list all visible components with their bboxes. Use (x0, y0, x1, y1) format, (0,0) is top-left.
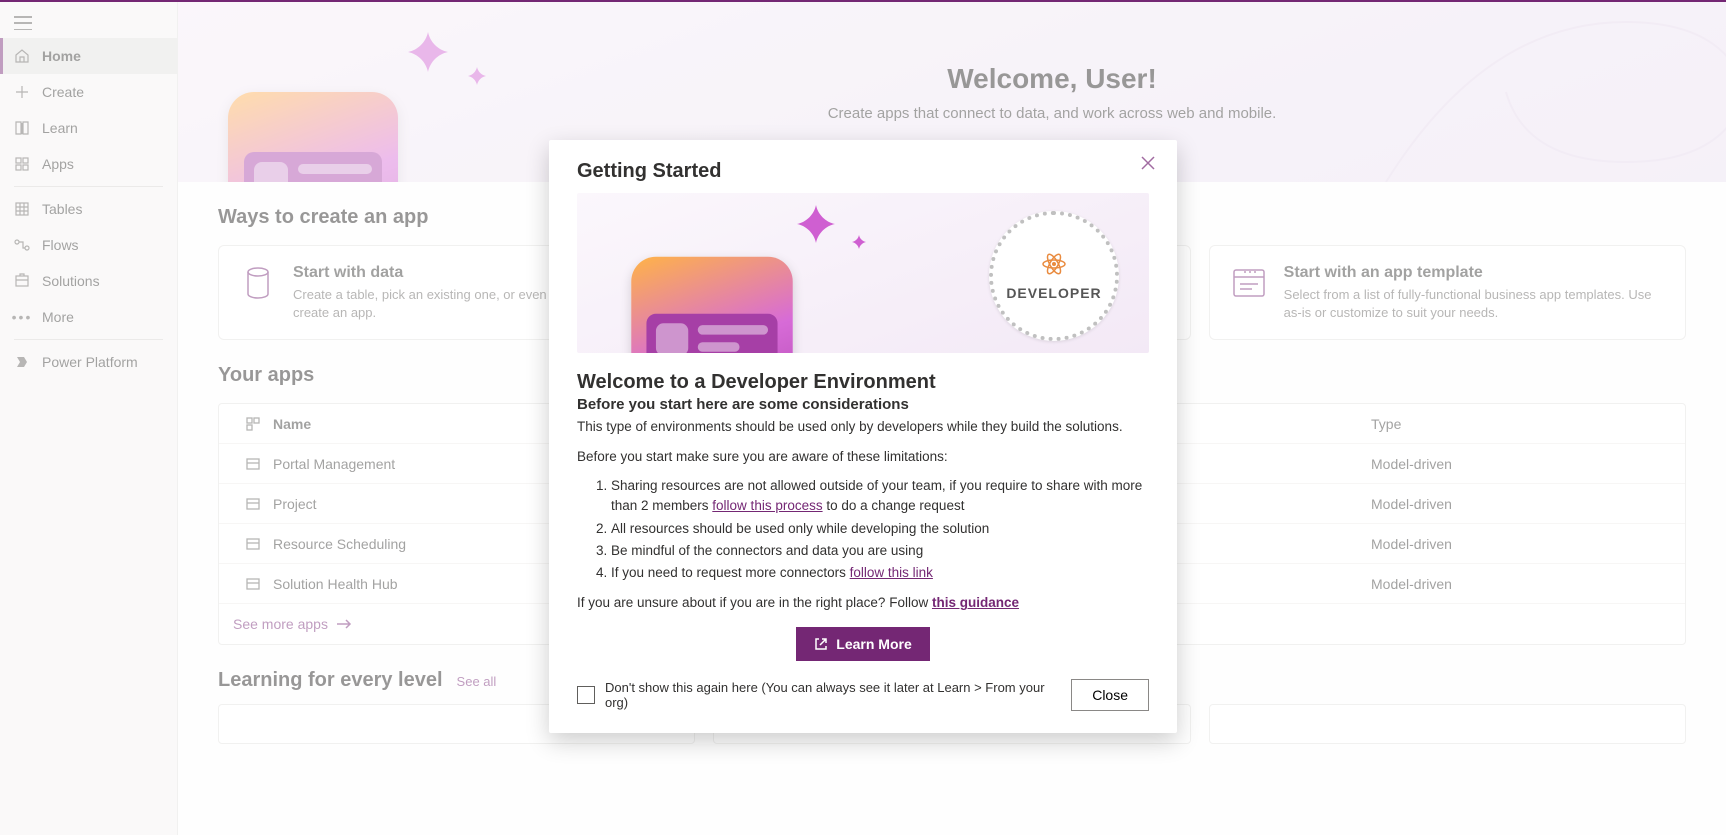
list-item: All resources should be used only while … (611, 519, 1149, 539)
follow-process-link[interactable]: follow this process (712, 498, 822, 513)
developer-badge: DEVELOPER (989, 211, 1119, 341)
modal-heading: Welcome to a Developer Environment (577, 371, 1149, 394)
dont-show-again-row[interactable]: Don't show this again here (You can alwa… (577, 680, 1057, 710)
list-item: Be mindful of the connectors and data yo… (611, 541, 1149, 561)
modal-before: Before you start make sure you are aware… (577, 447, 1149, 467)
guidance-link[interactable]: this guidance (932, 595, 1019, 610)
close-icon[interactable] (1141, 156, 1161, 176)
learn-more-label: Learn More (836, 636, 911, 652)
modal-limitations-list: Sharing resources are not allowed outsid… (577, 476, 1149, 583)
modal-hero-graphic: DEVELOPER (577, 193, 1149, 353)
list-item: Sharing resources are not allowed outsid… (611, 476, 1149, 517)
close-button[interactable]: Close (1071, 679, 1149, 711)
follow-link-link[interactable]: follow this link (850, 565, 933, 580)
list-item: If you need to request more connectors f… (611, 563, 1149, 583)
modal-intro: This type of environments should be used… (577, 417, 1149, 437)
external-link-icon (814, 637, 828, 651)
getting-started-modal: Getting Started (549, 140, 1177, 733)
modal-title: Getting Started (577, 160, 1149, 183)
dev-badge-label: DEVELOPER (1006, 285, 1101, 301)
modal-subheading: Before you start here are some considera… (577, 396, 1149, 413)
modal-unsure-line: If you are unsure about if you are in th… (577, 593, 1149, 613)
checkbox[interactable] (577, 686, 595, 704)
learn-more-button[interactable]: Learn More (796, 627, 929, 661)
modal-overlay: Getting Started (0, 2, 1726, 835)
dont-show-label: Don't show this again here (You can alwa… (605, 680, 1057, 710)
